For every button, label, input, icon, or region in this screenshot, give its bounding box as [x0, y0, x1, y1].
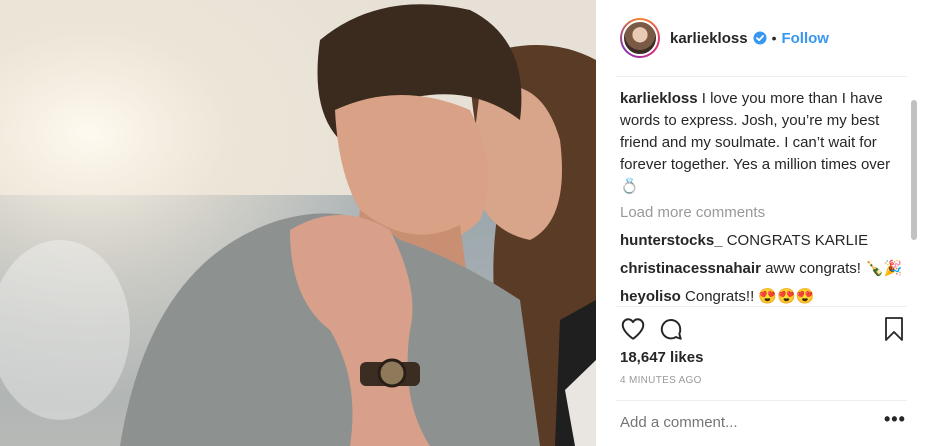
comment-text: aww congrats! 🍾🎉 [765, 260, 903, 277]
add-comment-input[interactable] [620, 414, 870, 431]
comment-username[interactable]: heyoliso [620, 288, 681, 305]
comment-item: heyoliso Congrats!! 😍😍😍 [620, 286, 905, 308]
caption: karliekloss I love you more than I have … [620, 88, 905, 198]
comment-input-divider [616, 400, 907, 401]
header-divider [616, 76, 907, 77]
likes-count[interactable]: 18,647 likes [620, 349, 703, 366]
comment-icon[interactable] [658, 316, 684, 342]
more-options-icon[interactable]: ••• [884, 409, 906, 430]
follow-button[interactable]: Follow [781, 30, 829, 47]
comment-item: hunterstocks_ CONGRATS KARLIE [620, 230, 905, 252]
avatar-ring[interactable] [620, 18, 660, 58]
comment-text: CONGRATS KARLIE [726, 232, 869, 249]
heart-icon[interactable] [620, 316, 646, 342]
post-actions [616, 316, 912, 344]
photo-illustration [0, 0, 596, 446]
post-photo[interactable] [0, 0, 596, 446]
header-separator: • [771, 30, 777, 46]
comment-username[interactable]: hunterstocks_ [620, 232, 723, 249]
load-more-comments-link[interactable]: Load more comments [620, 202, 905, 224]
bookmark-icon[interactable] [882, 316, 906, 342]
caption-username[interactable]: karliekloss [620, 90, 698, 107]
comments-list: karliekloss I love you more than I have … [620, 88, 905, 308]
comment-username[interactable]: christinacessnahair [620, 260, 761, 277]
avatar[interactable] [622, 20, 658, 56]
comment-text: Congrats!! 😍😍😍 [685, 288, 815, 305]
comments-scrollbar[interactable] [911, 100, 917, 240]
actions-divider [616, 306, 907, 307]
header-username[interactable]: karliekloss [670, 30, 748, 47]
comment-item: christinacessnahair aww congrats! 🍾🎉 [620, 258, 905, 280]
post-timestamp: 4 MINUTES AGO [620, 375, 702, 386]
post-header: karliekloss • Follow [596, 0, 927, 76]
verified-badge-icon [753, 31, 767, 45]
post-details-panel: karliekloss • Follow karliekloss I love … [596, 0, 927, 446]
